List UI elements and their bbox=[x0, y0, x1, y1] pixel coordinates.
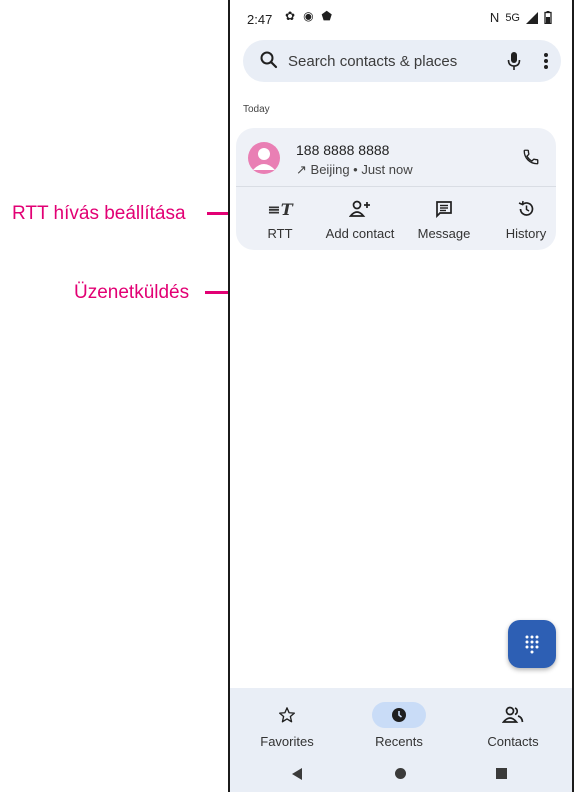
call-detail: Beijing • Just now bbox=[310, 162, 413, 177]
phone-screen: 2:47 ✿ ◉ ⬟ Ν 5G Search contacts & places… bbox=[228, 0, 574, 792]
add-contact-icon bbox=[349, 200, 370, 217]
call-number: 188 8888 8888 bbox=[296, 142, 390, 158]
search-placeholder: Search contacts & places bbox=[288, 53, 458, 70]
rtt-icon: ≡T bbox=[267, 199, 293, 219]
contacts-icon bbox=[502, 706, 524, 723]
action-message[interactable]: Message bbox=[404, 198, 484, 241]
more-vert-icon[interactable] bbox=[543, 51, 549, 71]
call-log-card[interactable]: 188 8888 8888 ↗ Beijing • Just now ≡T RT… bbox=[236, 128, 556, 250]
nfc-icon: Ν bbox=[489, 10, 500, 25]
home-icon bbox=[395, 768, 406, 779]
card-divider bbox=[236, 186, 556, 187]
back-icon bbox=[292, 768, 302, 780]
tab-recents-label: Recents bbox=[375, 734, 423, 749]
history-icon bbox=[518, 200, 534, 216]
clock-icon bbox=[392, 708, 406, 722]
action-rtt[interactable]: ≡T RTT bbox=[240, 198, 320, 242]
battery-icon bbox=[544, 11, 552, 24]
search-icon bbox=[260, 51, 278, 69]
tab-contacts[interactable]: Contacts bbox=[468, 702, 558, 749]
status-right: Ν 5G bbox=[490, 10, 552, 25]
action-add-contact-label: Add contact bbox=[325, 226, 395, 241]
mic-icon[interactable] bbox=[507, 51, 521, 71]
overview-icon bbox=[496, 768, 507, 779]
status-bar: 2:47 ✿ ◉ ⬟ Ν 5G bbox=[230, 0, 572, 34]
message-icon bbox=[436, 201, 452, 218]
record-status-icon: ◉ bbox=[303, 9, 314, 23]
tab-favorites[interactable]: Favorites bbox=[242, 702, 332, 749]
status-time: 2:47 bbox=[247, 12, 273, 27]
callout-rtt: RTT hívás beállítása bbox=[12, 203, 186, 224]
overview-button[interactable] bbox=[496, 768, 507, 779]
shield-status-icon: ⬟ bbox=[321, 9, 332, 23]
star-icon bbox=[278, 707, 296, 723]
signal-icon bbox=[526, 11, 538, 24]
search-bar[interactable]: Search contacts & places bbox=[243, 40, 561, 82]
bottom-navigation: Favorites Recents Contacts bbox=[230, 688, 572, 792]
tab-favorites-label: Favorites bbox=[260, 734, 314, 749]
back-button[interactable] bbox=[292, 768, 302, 780]
action-history-label: History bbox=[505, 226, 547, 241]
call-detail-row: ↗ Beijing • Just now bbox=[296, 162, 413, 178]
callout-message: Üzenetküldés bbox=[74, 282, 190, 303]
avatar bbox=[248, 142, 280, 174]
dialpad-button[interactable] bbox=[508, 620, 556, 668]
dialpad-icon bbox=[525, 635, 539, 654]
network-label: 5G bbox=[505, 11, 520, 24]
action-add-contact[interactable]: Add contact bbox=[320, 198, 400, 241]
status-icons: ✿ ◉ ⬟ bbox=[285, 9, 332, 23]
home-button[interactable] bbox=[395, 768, 406, 779]
recents-selected-pill bbox=[372, 702, 426, 728]
outgoing-arrow-icon: ↗ bbox=[296, 162, 307, 177]
action-history[interactable]: History bbox=[486, 198, 566, 241]
settings-status-icon: ✿ bbox=[285, 9, 296, 23]
action-rtt-label: RTT bbox=[267, 226, 293, 241]
section-header-today: Today bbox=[243, 104, 270, 115]
action-message-label: Message bbox=[417, 226, 471, 241]
tab-recents[interactable]: Recents bbox=[354, 702, 444, 749]
phone-call-icon[interactable] bbox=[522, 148, 540, 166]
tab-contacts-label: Contacts bbox=[487, 734, 539, 749]
